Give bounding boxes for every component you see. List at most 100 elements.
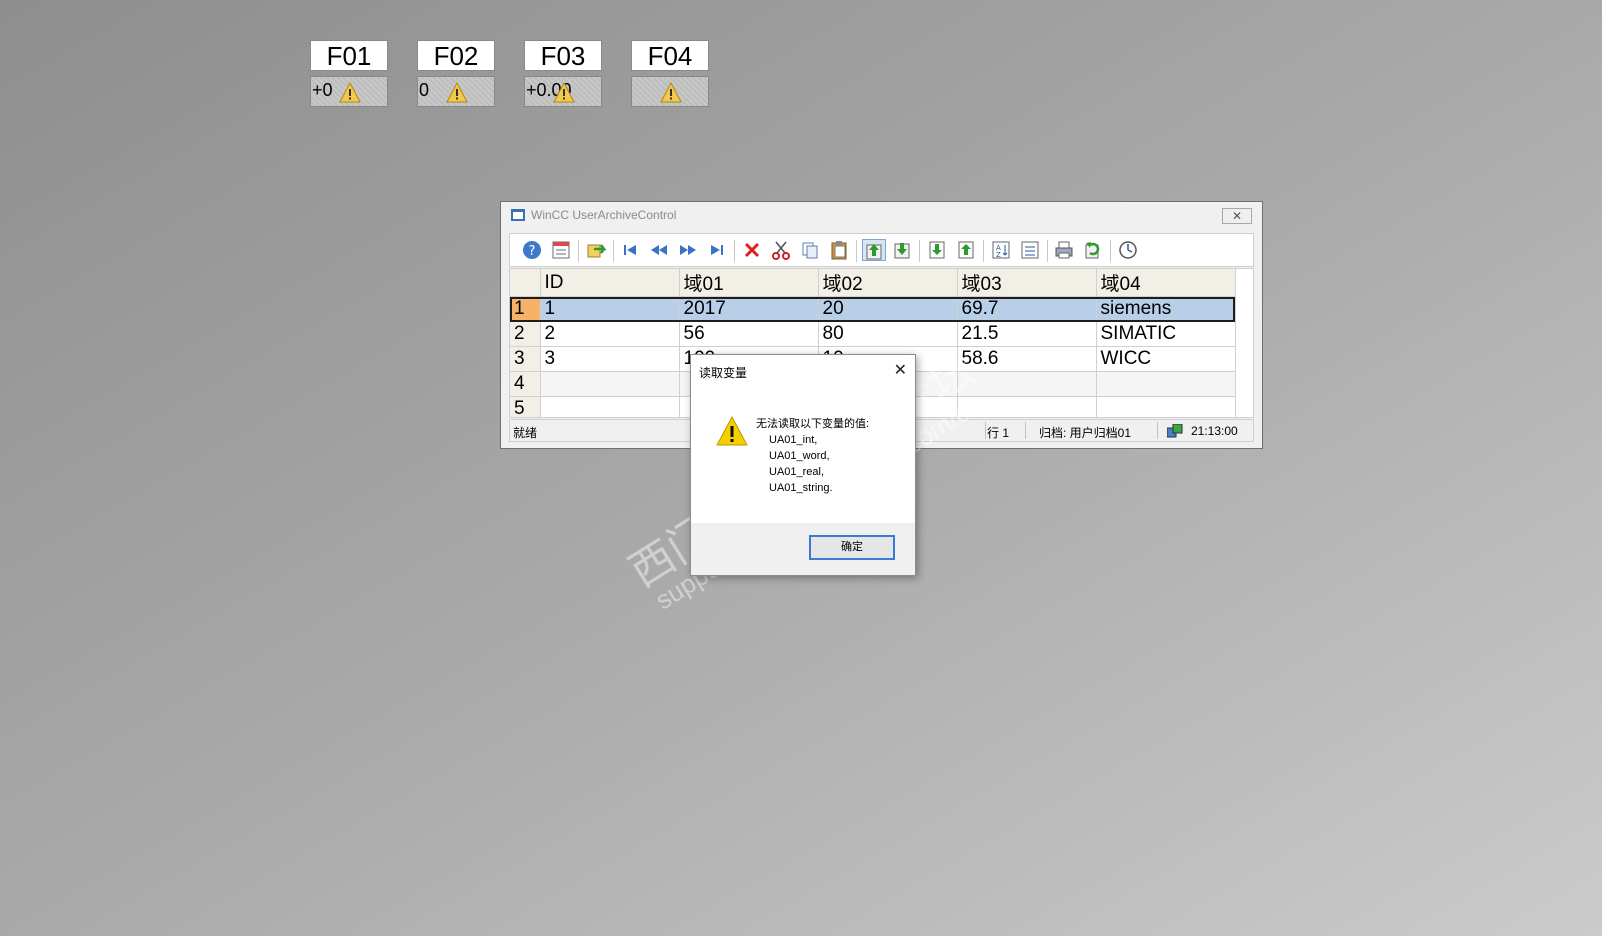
column-header[interactable]: ID [540, 269, 680, 297]
window-titlebar[interactable]: WinCC UserArchiveControl ✕ [501, 202, 1262, 228]
field-label: F02 [417, 40, 495, 71]
field-f03: F03 +0.00 [524, 40, 602, 107]
dialog-title: 读取变量 [699, 366, 748, 380]
toolbar-separator [1047, 240, 1048, 262]
status-separator [985, 422, 986, 439]
toolbar-separator [1110, 240, 1111, 262]
status-time: 21:13:00 [1191, 424, 1238, 438]
warning-icon [660, 82, 682, 103]
table-cell[interactable]: SIMATIC [1096, 321, 1236, 347]
import-icon[interactable] [891, 239, 915, 261]
field-value-box[interactable]: +0.00 [524, 76, 602, 107]
status-separator [1025, 422, 1026, 439]
field-value: 0 [419, 80, 430, 100]
status-row: 行 1 [987, 426, 1010, 440]
field-value-box[interactable] [631, 76, 709, 107]
delete-icon[interactable] [741, 239, 765, 261]
table-cell[interactable]: 56 [679, 321, 819, 347]
connect-icon[interactable] [585, 239, 609, 261]
table-cell[interactable]: 3 [540, 346, 680, 372]
table-cell[interactable]: WICC [1096, 346, 1236, 372]
field-label: F04 [631, 40, 709, 71]
variable-name: UA01_word, [769, 450, 830, 462]
table-cell[interactable] [540, 371, 680, 397]
row-header[interactable]: 3 [510, 346, 541, 372]
field-label: F03 [524, 40, 602, 71]
sort-icon[interactable]: AZ [990, 239, 1014, 261]
toolbar-separator [919, 240, 920, 262]
first-record-icon[interactable] [619, 239, 643, 261]
warning-icon [553, 82, 575, 103]
row-header[interactable]: 4 [510, 371, 541, 397]
ok-button[interactable]: 确定 [809, 535, 895, 560]
field-f01: F01 +0 [310, 40, 388, 107]
table-cell[interactable]: 1 [540, 296, 680, 322]
column-header[interactable]: 域01 [679, 269, 819, 297]
corner-header[interactable] [510, 269, 541, 297]
table-row[interactable]: 1 1 2017 20 69.7 siemens [510, 296, 1236, 322]
field-value-box[interactable]: 0 [417, 76, 495, 107]
prev-record-icon[interactable] [648, 239, 672, 261]
config-icon[interactable] [550, 239, 574, 261]
export-icon[interactable] [862, 239, 886, 261]
select-icon[interactable] [1019, 239, 1043, 261]
toolbar-separator [983, 240, 984, 262]
field-f02: F02 0 [417, 40, 495, 107]
write-tags-icon[interactable] [955, 239, 979, 261]
copy-icon[interactable] [799, 239, 823, 261]
dialog-close-button[interactable]: ✕ [894, 360, 907, 380]
table-cell[interactable] [1096, 396, 1236, 417]
toolbar-separator [613, 240, 614, 262]
table-cell[interactable]: 21.5 [957, 321, 1097, 347]
dialog-message: 无法读取以下变量的值: UA01_int, UA01_word, UA01_re… [756, 416, 869, 496]
connection-icon [1167, 424, 1183, 438]
table-cell[interactable]: siemens [1096, 296, 1236, 322]
row-header[interactable]: 1 [510, 296, 541, 322]
table-cell[interactable]: 69.7 [957, 296, 1097, 322]
window-close-button[interactable]: ✕ [1222, 208, 1252, 224]
table-cell[interactable]: 2017 [679, 296, 819, 322]
table-cell[interactable]: 20 [818, 296, 958, 322]
refresh-icon[interactable] [1082, 239, 1106, 261]
column-header[interactable]: 域03 [957, 269, 1097, 297]
time-icon[interactable] [1117, 239, 1141, 261]
variable-name: UA01_real, [769, 466, 825, 478]
svg-text:Z: Z [996, 251, 1001, 259]
status-separator [1157, 422, 1158, 439]
help-icon[interactable]: ? [521, 239, 545, 261]
toolbar: ? AZ [509, 233, 1254, 267]
print-icon[interactable] [1053, 239, 1077, 261]
toolbar-separator [578, 240, 579, 262]
last-record-icon[interactable] [706, 239, 730, 261]
read-tags-icon[interactable] [926, 239, 950, 261]
field-value: +0 [312, 80, 333, 100]
variable-list: UA01_int, UA01_word, UA01_real, UA01_str… [769, 432, 869, 496]
window-title: WinCC UserArchiveControl [531, 208, 677, 222]
dialog-message-text: 无法读取以下变量的值: [756, 418, 870, 430]
dialog-button-bar: 确定 [691, 523, 915, 575]
column-header[interactable]: 域04 [1096, 269, 1236, 297]
table-cell[interactable] [1096, 371, 1236, 397]
row-header[interactable]: 2 [510, 321, 541, 347]
warning-icon [716, 415, 748, 446]
row-header[interactable]: 5 [510, 396, 541, 417]
svg-text:?: ? [529, 244, 536, 259]
table-cell[interactable]: 2 [540, 321, 680, 347]
paste-icon[interactable] [828, 239, 852, 261]
toolbar-separator [734, 240, 735, 262]
column-header[interactable]: 域02 [818, 269, 958, 297]
status-archive: 归档: 用户归档01 [1039, 426, 1132, 440]
toolbar-separator [856, 240, 857, 262]
field-f04: F04 [631, 40, 709, 107]
cut-icon[interactable] [770, 239, 794, 261]
table-cell[interactable] [540, 396, 680, 417]
status-ready: 就绪 [513, 426, 538, 440]
variable-name: UA01_string. [769, 482, 833, 494]
table-cell[interactable]: 58.6 [957, 346, 1097, 372]
app-icon [511, 209, 525, 221]
warning-icon [339, 82, 361, 103]
next-record-icon[interactable] [677, 239, 701, 261]
field-value-box[interactable]: +0 [310, 76, 388, 107]
table-row[interactable]: 2 2 56 80 21.5 SIMATIC [510, 321, 1236, 347]
table-header-row: ID 域01 域02 域03 域04 [510, 269, 1236, 297]
